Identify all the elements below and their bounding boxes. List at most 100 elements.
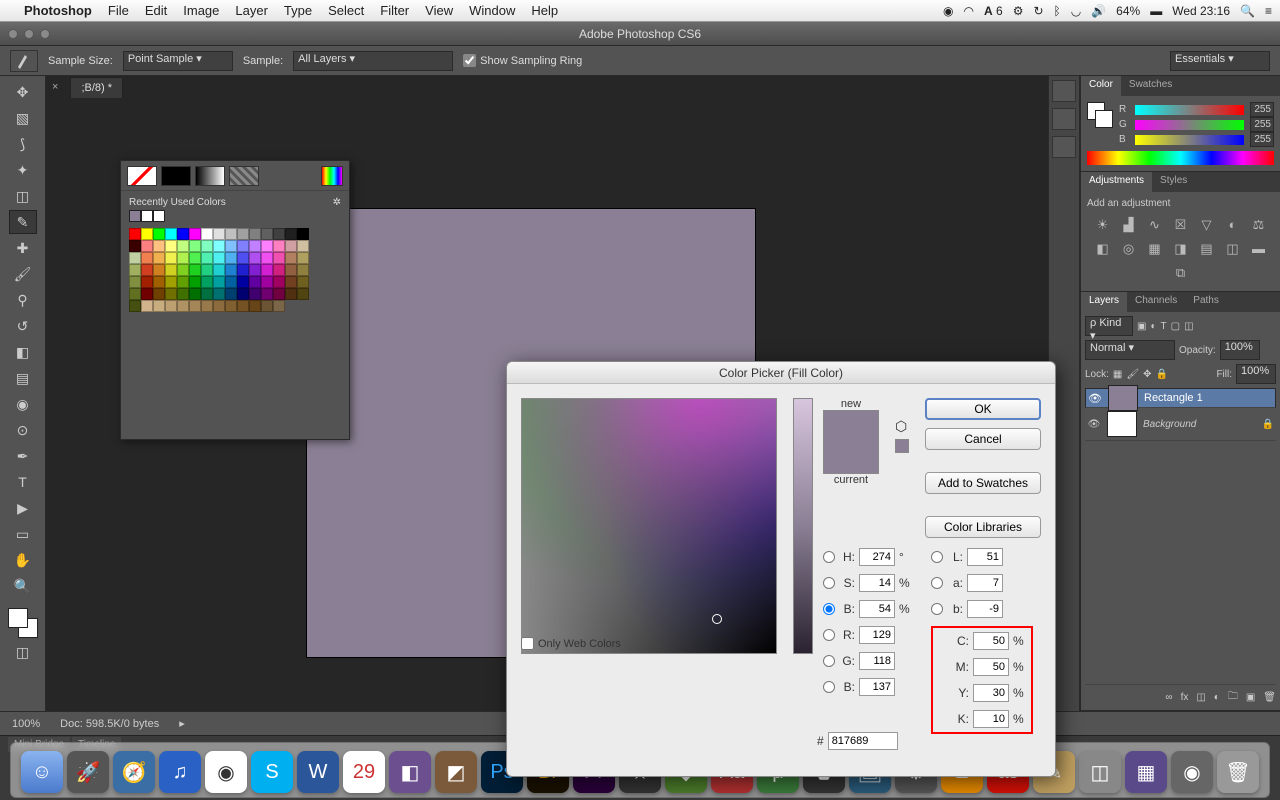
spotlight-icon[interactable]: 🔍	[1240, 4, 1255, 18]
r-input[interactable]	[859, 626, 895, 644]
threshold-icon[interactable]: ◫	[1224, 241, 1242, 257]
swatch-cell[interactable]	[285, 240, 297, 252]
swatch-cell[interactable]	[273, 276, 285, 288]
swatch-cell[interactable]	[273, 300, 285, 312]
swatch-cell[interactable]	[153, 228, 165, 240]
swatch-cell[interactable]	[189, 300, 201, 312]
swatch-cell[interactable]	[141, 264, 153, 276]
invert-icon[interactable]: ◨	[1172, 241, 1190, 257]
dock-app5-icon[interactable]: ◫	[1079, 751, 1121, 793]
swatch-cell[interactable]	[237, 240, 249, 252]
l-input[interactable]	[967, 548, 1003, 566]
lab-l-radio[interactable]	[931, 548, 943, 566]
swatch-cell[interactable]	[213, 264, 225, 276]
swatch-cell[interactable]	[297, 252, 309, 264]
r-value[interactable]: 255	[1250, 102, 1274, 117]
swatch-cell[interactable]	[201, 300, 213, 312]
fill-input[interactable]: 100%	[1236, 364, 1276, 384]
tab-color[interactable]: Color	[1081, 76, 1121, 96]
bw-icon[interactable]: ◧	[1094, 241, 1112, 257]
swatch-cell[interactable]	[189, 240, 201, 252]
lasso-tool-icon[interactable]: ⟆	[9, 132, 37, 156]
swatch-cell[interactable]	[225, 276, 237, 288]
swatch-cell[interactable]	[237, 228, 249, 240]
layer-mask-icon[interactable]: ◫	[1196, 692, 1205, 703]
swatch-cell[interactable]	[285, 252, 297, 264]
menu-window[interactable]: Window	[469, 3, 515, 18]
swatch-cell[interactable]	[129, 288, 141, 300]
swatch-cell[interactable]	[297, 240, 309, 252]
character-panel-icon[interactable]	[1052, 136, 1076, 158]
tab-adjustments[interactable]: Adjustments	[1081, 172, 1152, 192]
huesat-icon[interactable]: ◐	[1224, 217, 1242, 233]
swatch-cell[interactable]	[297, 288, 309, 300]
new-layer-icon[interactable]: ▣	[1246, 692, 1255, 703]
quickmask-icon[interactable]: ◫	[9, 640, 37, 664]
delete-layer-icon[interactable]: 🗑	[1263, 692, 1276, 703]
pen-tool-icon[interactable]: ✒	[9, 444, 37, 468]
dock-calendar-icon[interactable]: 29	[343, 751, 385, 793]
swatch-cell[interactable]	[189, 276, 201, 288]
swatch-cell[interactable]	[285, 288, 297, 300]
swatch-cell[interactable]	[177, 264, 189, 276]
document-tab-close-icon[interactable]: ×	[46, 81, 64, 93]
color-picker-swatch[interactable]	[321, 166, 343, 186]
volume-icon[interactable]: 🔊	[1091, 4, 1106, 18]
swatch-cell[interactable]	[141, 228, 153, 240]
move-tool-icon[interactable]: ✥	[9, 80, 37, 104]
menu-select[interactable]: Select	[328, 3, 364, 18]
lock-all-icon[interactable]: 🔒	[1155, 369, 1167, 380]
b-slider[interactable]	[1135, 135, 1244, 145]
swatch-cell[interactable]	[201, 252, 213, 264]
rgb-r-radio[interactable]	[823, 626, 835, 644]
swatch-cell[interactable]	[249, 288, 261, 300]
color-field[interactable]	[521, 398, 777, 654]
posterize-icon[interactable]: ▤	[1198, 241, 1216, 257]
recent-swatch[interactable]	[153, 210, 165, 222]
levels-icon[interactable]: ▟	[1120, 217, 1138, 233]
swatch-cell[interactable]	[177, 300, 189, 312]
curves-icon[interactable]: ∿	[1146, 217, 1164, 233]
k-input[interactable]	[973, 710, 1009, 728]
swatch-grid[interactable]	[121, 228, 321, 312]
swatch-cell[interactable]	[165, 300, 177, 312]
dock-chrome-icon[interactable]: ◉	[205, 751, 247, 793]
swatch-cell[interactable]	[189, 228, 201, 240]
swatch-cell[interactable]	[297, 276, 309, 288]
clock[interactable]: Wed 23:16	[1172, 4, 1230, 18]
dodge-tool-icon[interactable]: ⊙	[9, 418, 37, 442]
swatch-cell[interactable]	[249, 228, 261, 240]
zoom-level[interactable]: 100%	[12, 718, 40, 730]
swatch-cell[interactable]	[153, 288, 165, 300]
brightness-icon[interactable]: ☀	[1094, 217, 1112, 233]
dock-safari-icon[interactable]: 🧭	[113, 751, 155, 793]
selcolor-icon[interactable]: ⧉	[1172, 265, 1190, 281]
path-select-icon[interactable]: ▶	[9, 496, 37, 520]
swatch-cell[interactable]	[261, 300, 273, 312]
swatch-cell[interactable]	[249, 240, 261, 252]
new-group-icon[interactable]: 🗀	[1228, 689, 1238, 706]
swatch-cell[interactable]	[261, 288, 273, 300]
swatch-cell[interactable]	[213, 300, 225, 312]
lab-a-radio[interactable]	[931, 574, 943, 592]
swatch-cell[interactable]	[213, 276, 225, 288]
dock-skype-icon[interactable]: S	[251, 751, 293, 793]
swatch-cell[interactable]	[177, 252, 189, 264]
sample-size-select[interactable]: Point Sample ▾	[123, 51, 233, 71]
opacity-input[interactable]: 100%	[1220, 340, 1260, 360]
sample-select[interactable]: All Layers ▾	[293, 51, 453, 71]
swatch-cell[interactable]	[213, 240, 225, 252]
document-tab[interactable]: ;B/8) *	[70, 77, 123, 98]
layer-thumbnail[interactable]	[1107, 411, 1137, 437]
swatch-cell[interactable]	[213, 288, 225, 300]
tab-layers[interactable]: Layers	[1081, 292, 1127, 312]
solid-fill-swatch[interactable]	[161, 166, 191, 186]
visibility-icon[interactable]: 👁	[1087, 419, 1101, 430]
doc-info[interactable]: Doc: 598.5K/0 bytes	[60, 718, 159, 730]
vibrance-icon[interactable]: ▽	[1198, 217, 1216, 233]
recent-swatch[interactable]	[141, 210, 153, 222]
hex-input[interactable]	[828, 732, 898, 750]
show-sampling-ring-checkbox[interactable]: Show Sampling Ring	[463, 54, 582, 67]
link-layers-icon[interactable]: ∞	[1165, 692, 1172, 703]
sync-icon[interactable]: ⚙	[1013, 4, 1024, 18]
